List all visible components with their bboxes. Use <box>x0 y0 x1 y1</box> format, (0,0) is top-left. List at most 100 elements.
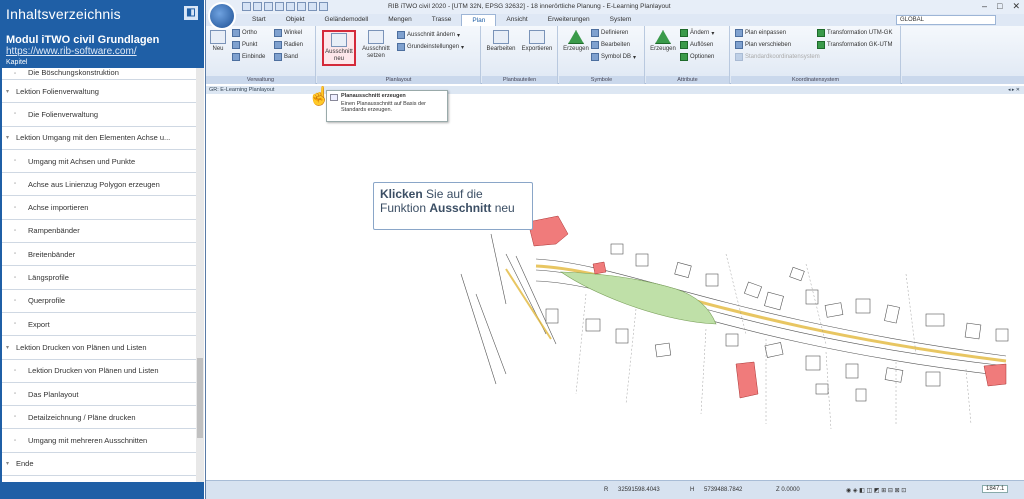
window-controls: – □ ✕ <box>982 1 1020 12</box>
toc-item[interactable]: ▫ Längsprofile <box>2 266 196 290</box>
toc-close-icon[interactable]: ◧ <box>184 6 198 20</box>
toc-item-label: Lektion Umgang mit den Elementen Achse u… <box>16 133 171 143</box>
bullet-icon: ▫ <box>14 414 17 421</box>
aufloesen-button[interactable]: Auflösen <box>680 41 713 49</box>
grundeinstellungen-button[interactable]: Grundeinstellungen ▾ <box>397 43 464 51</box>
app-logo[interactable] <box>208 2 236 30</box>
tab-geländemodell[interactable]: Geländemodell <box>315 14 379 26</box>
toc-item[interactable]: ▫ Achse aus Linienzug Polygon erzeugen <box>2 173 196 197</box>
callout-bold-2: Ausschnitt <box>429 201 492 215</box>
neu-label: Neu <box>212 46 224 52</box>
close-icon[interactable]: ✕ <box>1012 1 1020 12</box>
tab-objekt[interactable]: Objekt <box>276 14 315 26</box>
toc-item[interactable]: ▫ Breitenbänder <box>2 243 196 267</box>
toc-item[interactable]: ▫ Die Folienverwaltung <box>2 103 196 127</box>
transform-icon <box>817 29 825 37</box>
toc-link[interactable]: https://www.rib-software.com/ <box>6 46 198 57</box>
band-button[interactable]: Band <box>274 53 298 61</box>
erzeugen-button[interactable]: Erzeugen <box>559 30 593 53</box>
trans-utm-gk-button[interactable]: Transformation UTM-GK <box>817 29 892 37</box>
neu-button[interactable]: Neu <box>208 30 228 53</box>
plan-canvas[interactable]: Klicken Sie auf die Funktion Ausschnitt … <box>206 94 1024 480</box>
ortho-button[interactable]: Ortho <box>232 29 257 37</box>
save-icon[interactable] <box>242 2 251 11</box>
bearbeiten2-label: Bearbeiten <box>601 42 631 48</box>
tab-mengen[interactable]: Mengen <box>378 14 422 26</box>
zoom-icon[interactable] <box>319 2 328 11</box>
status-r-value: 32591598.4043 <box>618 487 660 493</box>
punkt-button[interactable]: Punkt <box>232 41 257 49</box>
status-bar: R 32591598.4043 H 5739488.7842 Z 0.0000 … <box>206 480 1024 499</box>
dropdown-icon: ▾ <box>633 54 637 61</box>
tab-plan[interactable]: Plan <box>461 14 497 26</box>
toc-item[interactable]: ▫ Umgang mit Achsen und Punkte <box>2 150 196 174</box>
ausschnitt-setzen-button[interactable]: Ausschnitt setzen <box>359 30 393 60</box>
tree-group-icon <box>655 30 671 44</box>
toc-item[interactable]: ▫ Querprofile <box>2 290 196 313</box>
document-tab[interactable]: GR: E-Learning Planlayout <box>209 87 274 93</box>
erzeugen2-button[interactable]: Erzeugen <box>646 30 680 53</box>
toc-item[interactable]: ▾ Lektion Umgang mit den Elementen Achse … <box>2 127 196 150</box>
minimize-icon[interactable]: – <box>982 1 987 12</box>
document-controls[interactable]: ◂ ▸ ✕ <box>1008 86 1020 94</box>
toc-item[interactable]: ▫ Lektion Drucken von Plänen und Listen <box>2 360 196 383</box>
redo-icon[interactable] <box>286 2 295 11</box>
plan-verschieben-button[interactable]: Plan verschieben <box>735 41 791 49</box>
einbinde-icon <box>232 53 240 61</box>
global-select[interactable]: GLOBAL <box>896 15 996 25</box>
maximize-icon[interactable]: □ <box>997 1 1002 12</box>
aendern-icon <box>680 29 688 37</box>
toc-item[interactable]: ▾ Ende <box>2 453 196 477</box>
toc-scrollbar[interactable] <box>196 68 204 482</box>
tab-start[interactable]: Start <box>242 14 276 26</box>
toc-item[interactable]: ▾ Lektion Folienverwaltung <box>2 80 196 104</box>
tab-ansicht[interactable]: Ansicht <box>496 14 537 26</box>
ausschnitt-neu-button[interactable]: Ausschnitt neu <box>322 30 356 66</box>
winkel-button[interactable]: Winkel <box>274 29 302 37</box>
group-label-empty <box>902 76 1024 84</box>
trans-gk-utm-button[interactable]: Transformation GK-UTM <box>817 41 892 49</box>
trans-utm-gk-label: Transformation UTM-GK <box>827 30 893 36</box>
status-h-value: 5739488.7842 <box>704 487 743 493</box>
bearbeiten-button[interactable]: Bearbeiten <box>484 30 518 53</box>
tooltip-icon <box>330 94 338 101</box>
status-zoom[interactable]: 1847.1 <box>982 485 1009 493</box>
toc-item[interactable]: ▫ Export <box>2 313 196 337</box>
radien-button[interactable]: Radien <box>274 41 303 49</box>
bearbeiten2-button[interactable]: Bearbeiten <box>591 41 630 49</box>
ausschnitt-aendern-button[interactable]: Ausschnitt ändern ▾ <box>397 31 460 39</box>
plan-einpassen-button[interactable]: Plan einpassen <box>735 29 786 37</box>
plan-einpassen-icon <box>735 29 743 37</box>
expand-icon: ▾ <box>6 88 10 95</box>
koordinatensystem-button[interactable]: Standardkoordinatensystem <box>735 53 820 61</box>
toc-item[interactable]: ▫ Detailzeichnung / Pläne drucken <box>2 406 196 430</box>
toc-item[interactable]: ▫ Umgang mit mehreren Ausschnitten <box>2 429 196 453</box>
tab-erweiterungen[interactable]: Erweiterungen <box>538 14 600 26</box>
symbol-db-button[interactable]: Symbol DB ▾ <box>591 53 636 61</box>
toc-item[interactable]: ▫ Das Planlayout <box>2 383 196 407</box>
trans-gk-utm-label: Transformation GK-UTM <box>827 42 893 48</box>
ausschnitt-setzen-icon <box>368 30 384 44</box>
tab-trasse[interactable]: Trasse <box>422 14 462 26</box>
toc-item[interactable]: ▫ Achse importieren <box>2 196 196 220</box>
status-toolbar-icons[interactable]: ◉ ◈ ◧ ◫ ◩ ⊞ ⊟ ⊠ ⊡ <box>846 487 906 494</box>
pen-icon[interactable] <box>308 2 317 11</box>
transform-icon <box>817 41 825 49</box>
einbinde-button[interactable]: Einbinde <box>232 53 265 61</box>
open-icon[interactable] <box>253 2 262 11</box>
print-icon[interactable] <box>264 2 273 11</box>
definieren-button[interactable]: Definieren <box>591 29 628 37</box>
toc-item[interactable]: ▫ Die Böschungskonstruktion <box>2 68 196 80</box>
group-label-planlayout: Planlayout <box>317 76 480 84</box>
undo-icon[interactable] <box>275 2 284 11</box>
toc-item[interactable]: ▾ Lektion Drucken von Plänen und Listen <box>2 336 196 360</box>
tab-system[interactable]: System <box>600 14 642 26</box>
toc-scrollbar-thumb[interactable] <box>197 358 203 438</box>
ortho-icon <box>232 29 240 37</box>
aendern-button[interactable]: Ändern ▾ <box>680 29 714 37</box>
layers-icon[interactable] <box>297 2 306 11</box>
optionen-button[interactable]: Optionen <box>680 53 714 61</box>
toc-item[interactable]: ▫ Rampenbänder <box>2 220 196 244</box>
exportieren-button[interactable]: Exportieren <box>520 30 554 53</box>
bearbeiten-icon <box>493 30 509 44</box>
